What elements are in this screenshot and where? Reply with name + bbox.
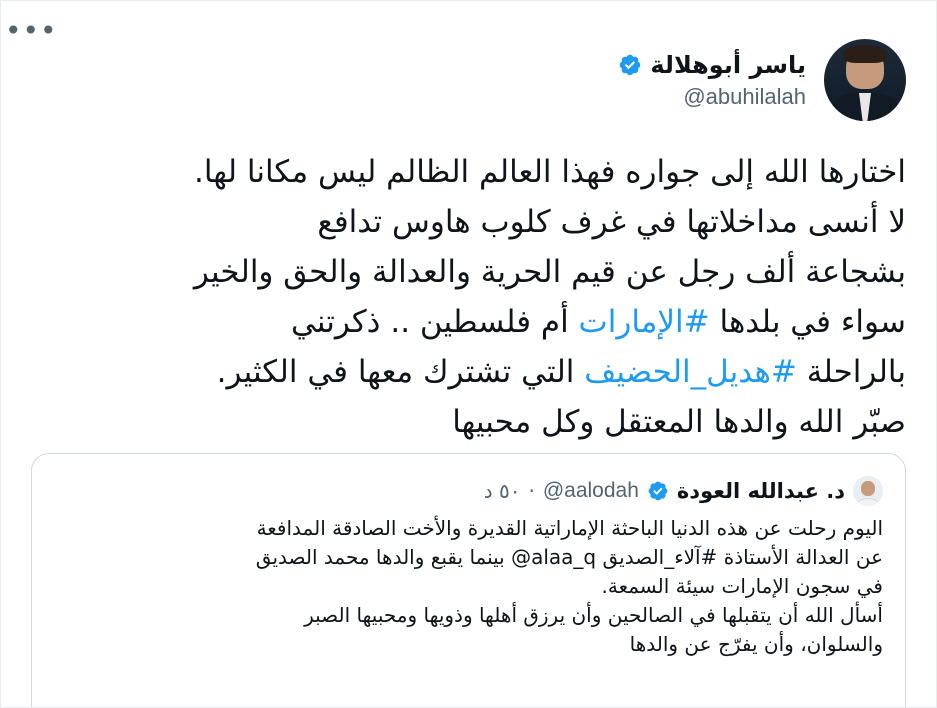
tweet-text-segment: أم فلسطين .. ذكرتني xyxy=(291,304,579,340)
quoted-timestamp[interactable]: ٥٠ د xyxy=(484,479,521,503)
tweet-line: لا أنسى مداخلاتها في غرف كلوب هاوس تدافع xyxy=(317,204,906,240)
author-handle[interactable]: @abuhilalah xyxy=(618,84,806,110)
tweet-line: بالراحلة #هديل_الحضيف التي تشترك معها في… xyxy=(31,347,906,397)
tweet-line: بشجاعة ألف رجل عن قيم الحرية والعدالة وا… xyxy=(193,254,906,290)
tweet-text: اختارها الله إلى جواره فهذا العالم الظال… xyxy=(31,147,906,447)
tweet-text-segment: بالراحلة xyxy=(796,354,906,390)
tweet-header: ياسر أبوهلالة @abuhilalah xyxy=(31,35,906,125)
tweet-text-segment: سواء في بلدها xyxy=(709,304,906,340)
hashtag-link[interactable]: #هديل_الحضيف xyxy=(584,354,797,390)
quoted-line: والسلوان، وأن يفرّج عن والدها xyxy=(629,632,883,656)
quoted-tweet-text: اليوم رحلت عن هذه الدنيا الباحثة الإمارا… xyxy=(54,514,883,659)
quoted-display-name[interactable]: د. عبدالله العودة xyxy=(677,479,845,503)
verified-badge-icon xyxy=(620,54,641,76)
quoted-tweet[interactable]: د. عبدالله العودة @aalodah · ٥٠ د اليوم … xyxy=(31,453,906,707)
author-name-row: ياسر أبوهلالة xyxy=(618,50,806,80)
quoted-line: أسأل الله أن يتقبلها في الصالحين وأن يرز… xyxy=(304,603,883,627)
avatar[interactable] xyxy=(824,39,906,121)
quoted-handle[interactable]: @aalodah xyxy=(543,479,639,503)
author-info: ياسر أبوهلالة @abuhilalah xyxy=(618,50,806,110)
tweet-card: ••• ياسر أبوهلالة @abuhilalah اختارها ال… xyxy=(0,0,937,708)
tweet-line: اختارها الله إلى جواره فهذا العالم الظال… xyxy=(193,154,906,190)
quoted-line: اليوم رحلت عن هذه الدنيا الباحثة الإمارا… xyxy=(256,516,883,540)
quoted-avatar-face xyxy=(861,481,875,496)
tweet-line: صبّر الله والدها المعتقل وكل محبيها xyxy=(452,404,906,440)
author-display-name[interactable]: ياسر أبوهلالة xyxy=(650,50,806,80)
avatar-hair xyxy=(843,45,887,63)
hashtag-link[interactable]: #الإمارات xyxy=(579,304,710,340)
quoted-line: في سجون الإمارات سيئة السمعة. xyxy=(601,574,884,598)
tweet-text-segment: التي تشترك معها في الكثير. xyxy=(216,354,585,390)
quoted-tweet-header: د. عبدالله العودة @aalodah · ٥٠ د xyxy=(54,474,883,508)
quoted-line: عن العدالة الأستاذة #آلاء_الصديق alaa_q@… xyxy=(255,545,883,569)
tweet-line: سواء في بلدها #الإمارات أم فلسطين .. ذكر… xyxy=(31,297,906,347)
verified-badge-icon xyxy=(648,481,668,501)
separator-dot: · xyxy=(528,479,535,503)
quoted-avatar[interactable] xyxy=(853,476,883,506)
quoted-avatar-body xyxy=(857,498,879,506)
